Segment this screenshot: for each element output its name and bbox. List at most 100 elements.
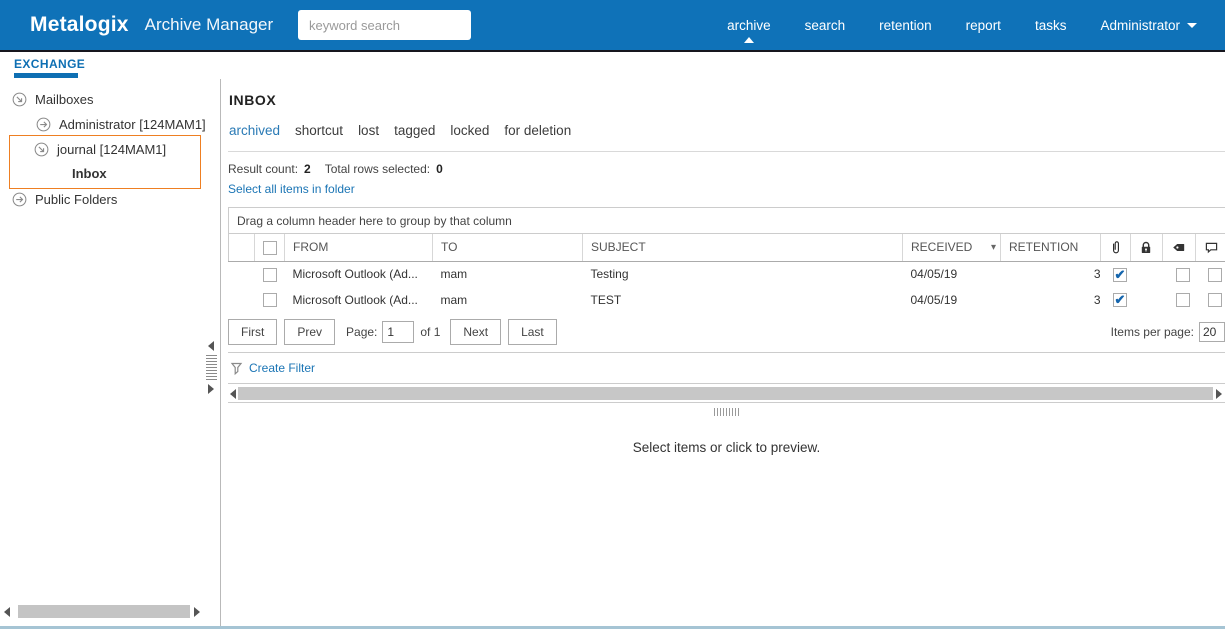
tree-item-mailboxes[interactable]: Mailboxes	[12, 88, 94, 110]
tree-item-label: Public Folders	[35, 192, 117, 207]
tree-item-journal[interactable]: journal [124MAM1]	[34, 138, 166, 160]
cell-from: Microsoft Outlook (Ad...	[285, 287, 433, 313]
column-lock[interactable]	[1131, 234, 1163, 261]
comment-checkbox[interactable]	[1208, 293, 1222, 307]
cell-subject: Testing	[583, 261, 903, 287]
collapsed-node-icon[interactable]	[36, 117, 51, 132]
nav-report-label: report	[966, 18, 1001, 33]
scrollbar-thumb[interactable]	[18, 605, 190, 618]
preview-splitter-grip[interactable]	[714, 408, 740, 416]
nav-tasks[interactable]: tasks	[1035, 4, 1067, 47]
page-of-label: of 1	[420, 325, 440, 339]
tree-item-public-folders[interactable]: Public Folders	[12, 188, 117, 210]
tab-archived[interactable]: archived	[229, 123, 280, 138]
column-received-label: RECEIVED	[911, 240, 972, 254]
user-menu[interactable]: Administrator	[1100, 18, 1197, 33]
cell-lock	[1131, 261, 1163, 287]
result-count-value: 2	[304, 162, 311, 176]
attachment-checkbox[interactable]	[1113, 293, 1127, 307]
sidebar-horizontal-scrollbar[interactable]	[0, 603, 210, 619]
header-checkbox[interactable]	[263, 241, 277, 255]
nav-report[interactable]: report	[966, 4, 1001, 47]
column-from[interactable]: FROM	[285, 234, 433, 261]
nav-search[interactable]: search	[805, 4, 846, 47]
main-panel: INBOX archived shortcut lost tagged lock…	[221, 79, 1225, 629]
column-received[interactable]: RECEIVED ▾	[903, 234, 1001, 261]
nav-archive-label: archive	[727, 18, 771, 33]
tab-for-deletion[interactable]: for deletion	[504, 123, 571, 138]
column-comment[interactable]	[1196, 234, 1225, 261]
collapse-left-icon[interactable]	[208, 341, 214, 351]
keyword-search-input[interactable]	[298, 10, 471, 40]
select-all-checkbox-header[interactable]	[255, 234, 285, 261]
tab-locked[interactable]: locked	[450, 123, 489, 138]
scrollbar-thumb[interactable]	[238, 387, 1213, 400]
filter-row: Create Filter	[228, 353, 1225, 384]
filter-dropdown-icon[interactable]: ▾	[991, 242, 996, 253]
grid-horizontal-scrollbar[interactable]	[228, 384, 1225, 403]
tree-item-label: Inbox	[72, 166, 107, 181]
create-filter-link[interactable]: Create Filter	[249, 361, 315, 375]
view-tabs: archived shortcut lost tagged locked for…	[229, 123, 1225, 138]
scroll-left-icon[interactable]	[4, 607, 10, 617]
row-indicator-column	[229, 234, 255, 261]
top-bar: Metalogix Archive Manager archive search…	[0, 0, 1225, 50]
cell-attachment	[1101, 261, 1131, 287]
attachment-checkbox[interactable]	[1113, 268, 1127, 282]
grid-header-row: FROM TO SUBJECT RECEIVED ▾ RETENTION	[229, 234, 1225, 261]
column-retention[interactable]: RETENTION	[1001, 234, 1101, 261]
cell-attachment	[1101, 287, 1131, 313]
user-menu-label: Administrator	[1100, 18, 1180, 33]
tab-lost[interactable]: lost	[358, 123, 379, 138]
tab-shortcut[interactable]: shortcut	[295, 123, 343, 138]
tab-exchange[interactable]: EXCHANGE	[14, 52, 85, 71]
nav-retention[interactable]: retention	[879, 4, 932, 47]
message-row[interactable]: Microsoft Outlook (Ad... mam TEST 04/05/…	[229, 287, 1225, 313]
scroll-right-icon[interactable]	[194, 607, 200, 617]
tree-item-administrator[interactable]: Administrator [124MAM1]	[36, 113, 206, 135]
collapsed-node-icon[interactable]	[12, 192, 27, 207]
paperclip-icon	[1109, 240, 1123, 255]
last-page-button[interactable]: Last	[508, 319, 557, 345]
body: Mailboxes Administrator [124MAM1] journa…	[0, 79, 1225, 629]
tag-checkbox[interactable]	[1176, 293, 1190, 307]
scroll-left-icon[interactable]	[230, 389, 236, 399]
expanded-node-icon[interactable]	[34, 142, 49, 157]
row-checkbox[interactable]	[263, 293, 277, 307]
tag-checkbox[interactable]	[1176, 268, 1190, 282]
group-by-dropzone[interactable]: Drag a column header here to group by th…	[228, 207, 1225, 234]
tree-item-label: Administrator [124MAM1]	[59, 117, 206, 132]
tree-item-inbox[interactable]: Inbox	[72, 162, 107, 184]
column-to[interactable]: TO	[433, 234, 583, 261]
column-attachment[interactable]	[1101, 234, 1131, 261]
column-tag[interactable]	[1163, 234, 1196, 261]
expanded-node-icon[interactable]	[12, 92, 27, 107]
first-page-button[interactable]: First	[228, 319, 277, 345]
expand-right-icon[interactable]	[208, 384, 214, 394]
tag-icon	[1171, 240, 1186, 255]
tree-item-label: Mailboxes	[35, 92, 94, 107]
nav-archive[interactable]: archive	[727, 4, 771, 47]
splitter-grip[interactable]	[206, 355, 217, 380]
row-indicator-cell	[229, 287, 255, 313]
comment-checkbox[interactable]	[1208, 268, 1222, 282]
items-per-page-input[interactable]	[1199, 322, 1225, 342]
message-row[interactable]: Microsoft Outlook (Ad... mam Testing 04/…	[229, 261, 1225, 287]
row-indicator-cell	[229, 261, 255, 287]
scroll-right-icon[interactable]	[1216, 389, 1222, 399]
row-checkbox[interactable]	[263, 268, 277, 282]
page-number-input[interactable]	[382, 321, 414, 343]
column-subject[interactable]: SUBJECT	[583, 234, 903, 261]
cell-comment	[1196, 287, 1225, 313]
tab-tagged[interactable]: tagged	[394, 123, 435, 138]
nav-retention-label: retention	[879, 18, 932, 33]
result-count-label: Result count:	[228, 162, 298, 176]
panel-splitter[interactable]	[205, 341, 217, 394]
select-all-link[interactable]: Select all items in folder	[228, 182, 355, 196]
next-page-button[interactable]: Next	[450, 319, 501, 345]
items-per-page-label: Items per page:	[1111, 325, 1194, 339]
cell-received: 04/05/19	[903, 261, 1001, 287]
page-title: INBOX	[229, 92, 1225, 108]
prev-page-button[interactable]: Prev	[284, 319, 335, 345]
cell-to: mam	[433, 261, 583, 287]
